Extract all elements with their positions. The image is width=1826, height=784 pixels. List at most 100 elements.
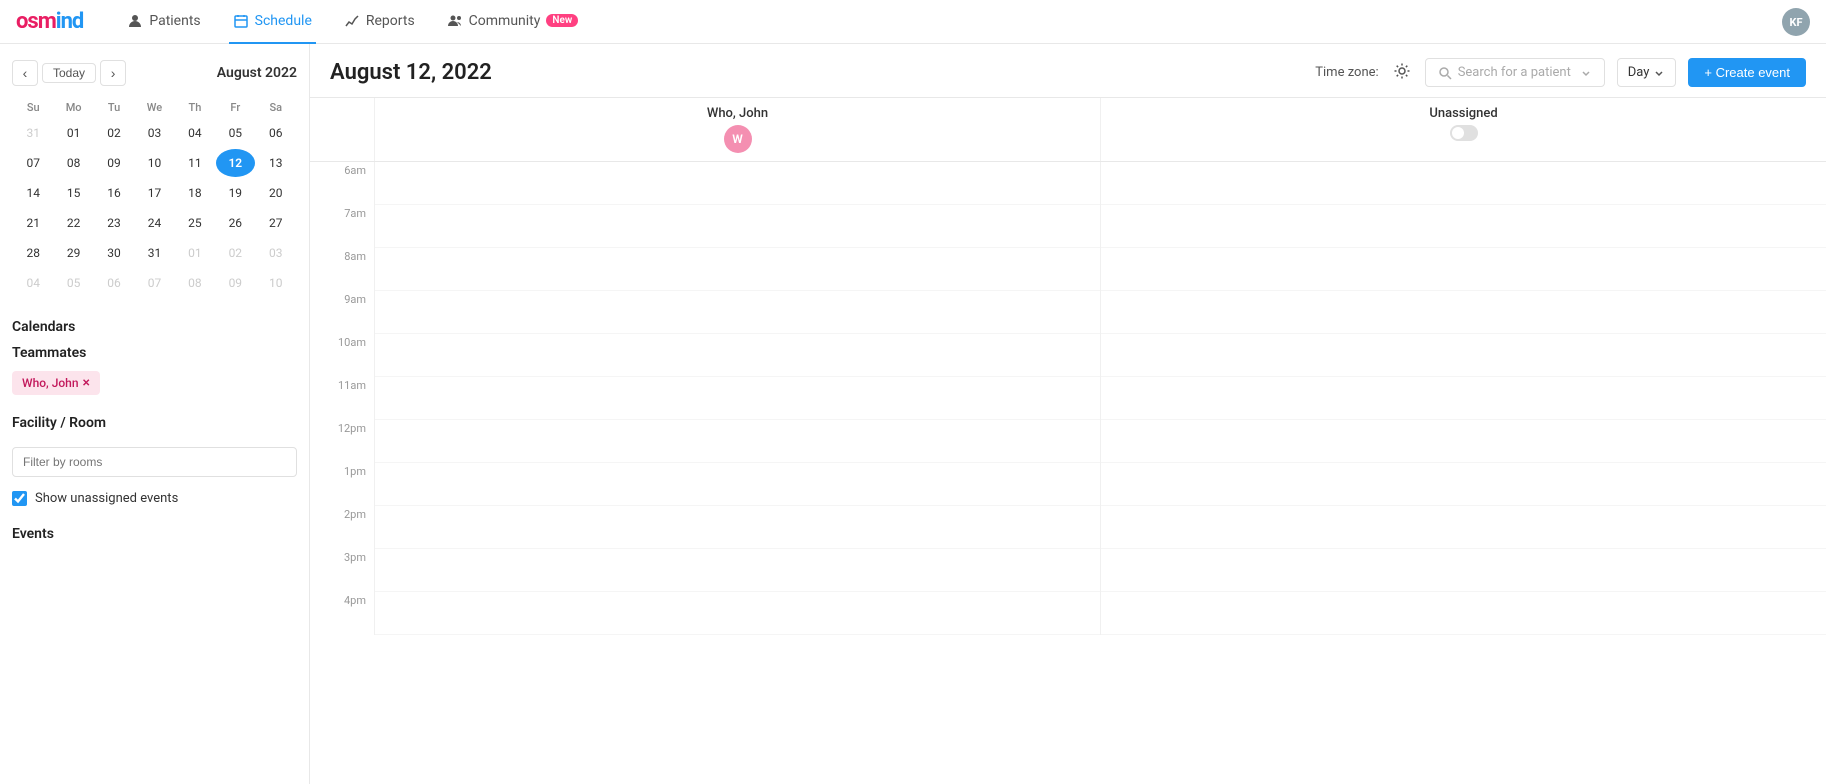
cal-day[interactable]: 10 — [257, 269, 295, 297]
time-slot[interactable] — [375, 377, 1100, 420]
cal-day[interactable]: 10 — [135, 149, 173, 177]
room-filter-input[interactable] — [12, 447, 297, 477]
cal-day[interactable]: 31 — [14, 119, 52, 147]
cal-day[interactable]: 21 — [14, 209, 52, 237]
time-slot[interactable] — [375, 420, 1100, 463]
time-slot[interactable] — [1101, 463, 1826, 506]
cal-day[interactable]: 14 — [14, 179, 52, 207]
cal-day[interactable]: 13 — [257, 149, 295, 177]
dow-we: We — [135, 98, 173, 117]
prev-month-button[interactable]: ‹ — [12, 60, 38, 86]
cal-day[interactable]: 26 — [216, 209, 254, 237]
cal-day[interactable]: 06 — [95, 269, 133, 297]
time-slot[interactable] — [1101, 506, 1826, 549]
header-controls: Time zone: Search for a patient Day + Cr… — [1315, 58, 1806, 87]
nav-patients[interactable]: Patients — [123, 0, 204, 44]
cal-day[interactable]: 09 — [95, 149, 133, 177]
next-month-button[interactable]: › — [100, 60, 126, 86]
time-label: 9am — [310, 291, 374, 334]
calendar-area[interactable]: Who, John W Unassigned 6am7am8am9am10am1… — [310, 98, 1826, 784]
cal-day[interactable]: 08 — [176, 269, 214, 297]
time-gutter: 6am7am8am9am10am11am12pm1pm2pm3pm4pm — [310, 162, 374, 635]
teammate-tags-container: Who, John × — [12, 371, 297, 395]
cal-day[interactable]: 01 — [54, 119, 92, 147]
cal-day[interactable]: 25 — [176, 209, 214, 237]
new-badge: New — [546, 14, 578, 27]
teammate-tag-remove[interactable]: × — [83, 375, 90, 391]
today-button[interactable]: Today — [42, 63, 96, 83]
cal-day[interactable]: 03 — [257, 239, 295, 267]
show-unassigned-label[interactable]: Show unassigned events — [35, 491, 178, 506]
cal-day[interactable]: 19 — [216, 179, 254, 207]
time-slot[interactable] — [375, 549, 1100, 592]
cal-day[interactable]: 22 — [54, 209, 92, 237]
show-unassigned-checkbox[interactable] — [12, 491, 27, 506]
cal-day[interactable]: 07 — [135, 269, 173, 297]
cal-day[interactable]: 03 — [135, 119, 173, 147]
search-icon — [1438, 66, 1452, 80]
time-slot[interactable] — [1101, 377, 1826, 420]
cal-day[interactable]: 04 — [176, 119, 214, 147]
cal-day[interactable]: 23 — [95, 209, 133, 237]
cal-day[interactable]: 18 — [176, 179, 214, 207]
cal-day[interactable]: 15 — [54, 179, 92, 207]
cal-day[interactable]: 27 — [257, 209, 295, 237]
calendar-column-unassigned — [1100, 162, 1826, 635]
cal-day[interactable]: 07 — [14, 149, 52, 177]
time-slot[interactable] — [375, 162, 1100, 205]
cal-day[interactable]: 06 — [257, 119, 295, 147]
teammate-tag-who-john[interactable]: Who, John × — [12, 371, 100, 395]
time-slot[interactable] — [1101, 334, 1826, 377]
nav-schedule[interactable]: Schedule — [229, 0, 316, 44]
time-slot[interactable] — [375, 248, 1100, 291]
user-avatar[interactable]: KF — [1782, 8, 1810, 36]
time-label: 2pm — [310, 506, 374, 549]
current-date: August 12, 2022 — [330, 60, 492, 85]
timezone-settings-button[interactable] — [1391, 60, 1413, 85]
time-slot[interactable] — [1101, 420, 1826, 463]
patient-search-box[interactable]: Search for a patient — [1425, 58, 1605, 87]
time-slot[interactable] — [1101, 248, 1826, 291]
time-label: 12pm — [310, 420, 374, 463]
column-name-unassigned: Unassigned — [1429, 106, 1497, 121]
cal-day[interactable]: 28 — [14, 239, 52, 267]
cal-day[interactable]: 12 — [216, 149, 254, 177]
time-slot[interactable] — [375, 291, 1100, 334]
cal-day[interactable]: 20 — [257, 179, 295, 207]
cal-day[interactable]: 05 — [216, 119, 254, 147]
time-slot[interactable] — [1101, 549, 1826, 592]
cal-day[interactable]: 30 — [95, 239, 133, 267]
time-slot[interactable] — [1101, 162, 1826, 205]
cal-day[interactable]: 02 — [216, 239, 254, 267]
show-unassigned-row: Show unassigned events — [12, 491, 297, 506]
time-slot[interactable] — [375, 463, 1100, 506]
dow-tu: Tu — [95, 98, 133, 117]
cal-day[interactable]: 08 — [54, 149, 92, 177]
time-slot[interactable] — [375, 506, 1100, 549]
column-toggle-unassigned[interactable] — [1450, 125, 1478, 141]
cal-day[interactable]: 16 — [95, 179, 133, 207]
time-slot[interactable] — [375, 334, 1100, 377]
dow-sa: Sa — [257, 98, 295, 117]
cal-day[interactable]: 24 — [135, 209, 173, 237]
time-slot[interactable] — [375, 205, 1100, 248]
cal-day[interactable]: 11 — [176, 149, 214, 177]
cal-day[interactable]: 17 — [135, 179, 173, 207]
time-slot[interactable] — [375, 592, 1100, 635]
view-selector-label: Day — [1628, 65, 1650, 80]
cal-day[interactable]: 01 — [176, 239, 214, 267]
dow-mo: Mo — [54, 98, 92, 117]
nav-reports[interactable]: Reports — [340, 0, 419, 44]
cal-day[interactable]: 05 — [54, 269, 92, 297]
time-slot[interactable] — [1101, 205, 1826, 248]
time-slot[interactable] — [1101, 291, 1826, 334]
cal-day[interactable]: 04 — [14, 269, 52, 297]
cal-day[interactable]: 31 — [135, 239, 173, 267]
nav-community[interactable]: Community New — [443, 0, 583, 44]
cal-day[interactable]: 02 — [95, 119, 133, 147]
create-event-button[interactable]: + Create event — [1688, 58, 1806, 87]
view-selector[interactable]: Day — [1617, 58, 1677, 87]
cal-day[interactable]: 09 — [216, 269, 254, 297]
time-slot[interactable] — [1101, 592, 1826, 635]
cal-day[interactable]: 29 — [54, 239, 92, 267]
